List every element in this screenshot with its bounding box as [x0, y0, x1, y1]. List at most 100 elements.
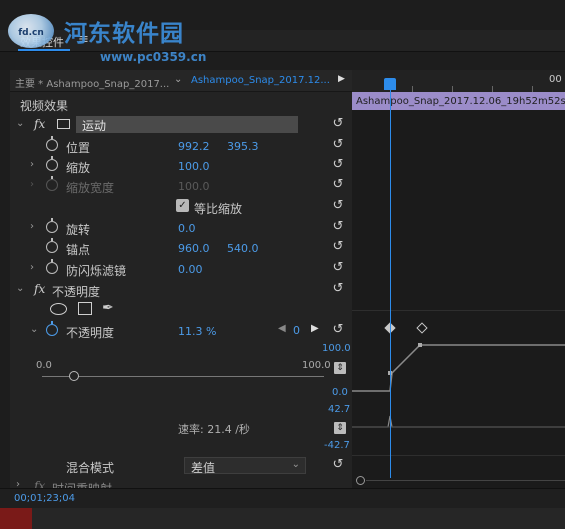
timecode-bar: 00;01;23;04: [0, 488, 565, 508]
timeline-scrollbar[interactable]: [366, 480, 565, 481]
blend-mode-label: 混合模式: [66, 461, 115, 475]
opacity-slider-track[interactable]: [42, 376, 324, 377]
rectangle-mask-icon[interactable]: [78, 302, 92, 315]
section-title: 视频效果: [20, 99, 69, 113]
opacity-slider-thumb[interactable]: [68, 371, 79, 381]
watermark-title: 河东软件园: [64, 20, 184, 47]
fx-icon[interactable]: fx: [34, 117, 45, 131]
reset-icon[interactable]: ↺: [330, 281, 346, 297]
opacity-value-curve: [352, 344, 565, 392]
next-keyframe-icon[interactable]: ▶: [311, 323, 319, 334]
stopwatch-icon[interactable]: [46, 238, 58, 253]
stopwatch-icon[interactable]: [46, 218, 58, 233]
ellipse-mask-icon[interactable]: [50, 303, 67, 315]
uniform-scale-checkbox[interactable]: ✓: [176, 199, 189, 212]
uniform-scale-label: 等比缩放: [194, 202, 243, 216]
prop-scale-label: 缩放: [66, 161, 91, 175]
chevron-down-icon[interactable]: ⌄: [174, 74, 182, 85]
fx-icon[interactable]: fx: [34, 282, 45, 296]
transform-icon[interactable]: [57, 119, 70, 129]
position-x-value[interactable]: 992.2: [178, 140, 210, 153]
slider-max-label: 100.0: [302, 360, 331, 371]
velocity-scale-toggle-icon[interactable]: ⇕: [334, 422, 346, 434]
prop-opacity-label: 不透明度: [66, 326, 115, 340]
expand-down-icon[interactable]: ⌄: [30, 324, 38, 335]
effect-controls-panel: 主要 * Ashampoo_Snap_2017... ⌄ Ashampoo_Sn…: [10, 70, 352, 490]
velocity-min: -42.7: [324, 440, 350, 451]
reset-icon[interactable]: ↺: [330, 322, 346, 338]
prop-anti-flicker: › 防闪烁滤镜 0.00 ↺: [10, 258, 352, 278]
expand-right-icon: ›: [30, 179, 34, 190]
watermark-url: www.pc0359.cn: [100, 50, 207, 64]
zoom-handle-icon[interactable]: [356, 476, 365, 485]
stopwatch-icon: [46, 176, 58, 191]
playhead-line: [390, 88, 391, 478]
prop-flicker-label: 防闪烁滤镜: [66, 264, 127, 278]
position-y-value[interactable]: 395.3: [227, 140, 259, 153]
background-edge: [0, 508, 32, 529]
blend-mode-value: 差值: [191, 461, 216, 475]
scale-value[interactable]: 100.0: [178, 160, 210, 173]
reset-icon[interactable]: ↺: [330, 260, 346, 276]
tab-main-sequence[interactable]: 主要 * Ashampoo_Snap_2017...: [15, 75, 169, 90]
stopwatch-icon[interactable]: [46, 136, 58, 151]
prop-opacity: ⌄ 不透明度 11.3 % ◀ 0 ▶ ↺: [10, 320, 352, 340]
reset-icon[interactable]: ↺: [330, 137, 346, 153]
prop-uniform-scale: ✓ 等比缩放 ↺: [10, 196, 352, 216]
prop-anchor-label: 锚点: [66, 243, 91, 257]
prop-scale: › 缩放 100.0 ↺: [10, 155, 352, 175]
opacity-graph: [352, 343, 565, 428]
reset-icon[interactable]: ↺: [330, 116, 346, 132]
expand-down-icon[interactable]: ⌄: [16, 118, 24, 129]
reset-icon[interactable]: ↺: [330, 239, 346, 255]
effect-opacity[interactable]: ⌄ fx 不透明度 ↺: [10, 279, 352, 299]
effect-timeline[interactable]: 00 Ashampoo_Snap_2017.12.06_19h52m52s_00: [352, 70, 565, 488]
chevron-down-icon: ⌄: [291, 459, 300, 470]
prop-position-label: 位置: [66, 141, 91, 155]
anchor-x-value[interactable]: 960.0: [178, 242, 210, 255]
effect-opacity-label: 不透明度: [52, 285, 101, 299]
anchor-y-value[interactable]: 540.0: [227, 242, 259, 255]
prop-anchor: 锚点 960.0 540.0 ↺: [10, 237, 352, 257]
stopwatch-icon[interactable]: [46, 259, 58, 274]
play-icon[interactable]: ▶: [338, 74, 345, 84]
clip-tabs: 主要 * Ashampoo_Snap_2017... ⌄ Ashampoo_Sn…: [10, 70, 352, 92]
stopwatch-icon[interactable]: [46, 156, 58, 171]
section-video-effects: 视频效果: [10, 94, 352, 114]
watermark: fd.cn 河东软件园 www.pc0359.cn: [0, 0, 230, 70]
opacity-velocity-curve: [352, 415, 565, 428]
expand-right-icon[interactable]: ›: [30, 262, 34, 273]
prop-rotation: › 旋转 0.0 ↺: [10, 217, 352, 237]
motion-highlight[interactable]: [76, 116, 298, 133]
blend-mode-dropdown[interactable]: 差值 ⌄: [184, 457, 306, 475]
prop-scale-width-label: 缩放宽度: [66, 181, 115, 195]
prop-position: 位置 992.2 395.3 ↺: [10, 135, 352, 155]
effect-motion[interactable]: ⌄ fx 运动 ↺: [10, 114, 352, 134]
prev-keyframe-icon[interactable]: ◀: [278, 323, 286, 334]
reset-icon[interactable]: ↺: [330, 219, 346, 235]
reset-icon[interactable]: ↺: [330, 198, 346, 214]
reset-icon[interactable]: ↺: [330, 457, 346, 473]
stopwatch-active-icon[interactable]: [46, 321, 58, 336]
opacity-value[interactable]: 11.3 %: [178, 325, 216, 338]
keyframe-nav-value: 0: [293, 324, 300, 337]
velocity-max: 42.7: [328, 404, 351, 415]
reset-icon[interactable]: ↺: [330, 177, 346, 193]
prop-scale-width: › 缩放宽度 100.0 ↺: [10, 175, 352, 195]
expand-down-icon[interactable]: ⌄: [16, 283, 24, 294]
slider-min-label: 0.0: [36, 360, 52, 371]
value-scale-toggle-icon[interactable]: ⇕: [334, 362, 346, 374]
tab-clip[interactable]: Ashampoo_Snap_2017.12...: [191, 75, 330, 86]
pen-mask-icon[interactable]: ✒: [102, 300, 114, 316]
rotation-value[interactable]: 0.0: [178, 222, 196, 235]
prop-rotation-label: 旋转: [66, 223, 91, 237]
expand-right-icon[interactable]: ›: [30, 159, 34, 170]
watermark-logo-text: fd.cn: [18, 28, 44, 38]
current-timecode[interactable]: 00;01;23;04: [14, 493, 75, 504]
reset-icon[interactable]: ↺: [330, 157, 346, 173]
flicker-value[interactable]: 0.00: [178, 263, 203, 276]
prop-blend-mode: 混合模式 差值 ⌄ ↺: [10, 455, 352, 475]
scale-width-value: 100.0: [178, 180, 210, 193]
graph-top-min: 0.0: [332, 387, 348, 398]
expand-right-icon[interactable]: ›: [30, 221, 34, 232]
